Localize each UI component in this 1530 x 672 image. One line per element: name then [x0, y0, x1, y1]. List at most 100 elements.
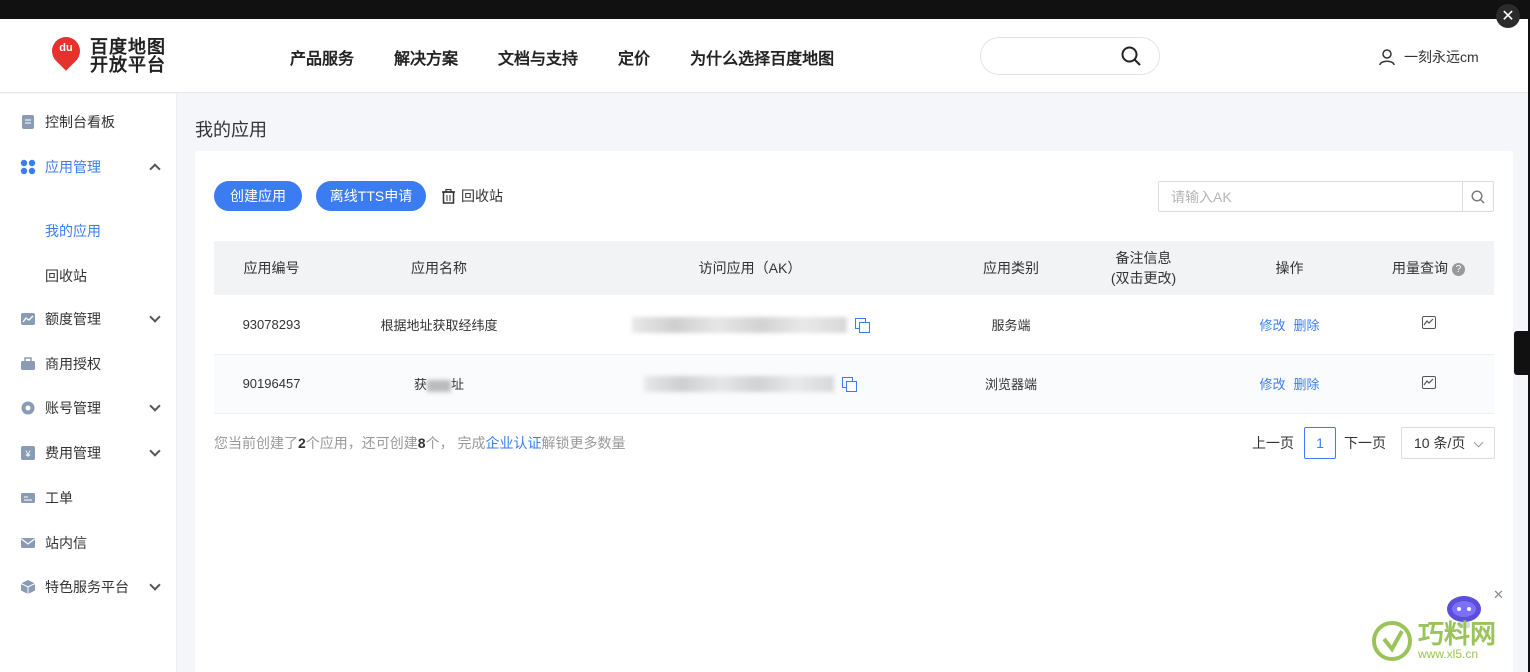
apps-icon [20, 159, 36, 175]
ticket-icon [20, 490, 36, 506]
sidebar-item-billing[interactable]: ¥ 费用管理 [0, 435, 177, 471]
delete-link[interactable]: 删除 [1294, 318, 1320, 333]
app-actions: 修改 删除 [1216, 354, 1363, 414]
quota-icon [20, 311, 36, 327]
ak-redacted [644, 375, 834, 392]
col-remarks: 备注信息 (双击更改) [1071, 241, 1216, 295]
chevron-up-icon[interactable] [149, 163, 161, 175]
side-handle[interactable] [1514, 331, 1530, 375]
app-type: 服务端 [951, 295, 1071, 355]
app-id: 93078293 [214, 295, 329, 355]
col-ak: 访问应用（AK） [549, 241, 951, 295]
sidebar-item-featured-services[interactable]: 特色服务平台 [0, 569, 177, 605]
app-name: 根据地址获取经纬度 [329, 295, 549, 355]
app-ak [549, 295, 951, 355]
chart-icon[interactable] [1421, 316, 1436, 330]
site-search[interactable] [980, 37, 1160, 75]
map-pin-logo-icon: du [46, 31, 86, 75]
ak-redacted [631, 316, 847, 333]
mail-icon [20, 535, 36, 551]
sidebar-sub-my-apps[interactable]: 我的应用 [45, 221, 101, 241]
sidebar-item-messages[interactable]: 站内信 [0, 525, 177, 561]
copy-icon[interactable] [842, 376, 857, 392]
nav-pricing[interactable]: 定价 [618, 45, 650, 69]
chevron-down-icon[interactable] [149, 579, 161, 591]
dashboard-icon [20, 114, 36, 130]
sidebar: 控制台看板 应用管理 我的应用 回收站 额度管理 商用授权 账号管理 ¥ 费用管… [0, 94, 177, 672]
offline-tts-apply-button[interactable]: 离线TTS申请 [316, 181, 426, 211]
main-nav: 产品服务 解决方案 文档与支持 定价 为什么选择百度地图 [290, 45, 834, 69]
table-header: 应用编号 应用名称 访问应用（AK） 应用类别 备注信息 (双击更改) 操作 用量… [214, 241, 1494, 295]
app-quota-note: 您当前创建了2个应用，还可创建8个， 完成企业认证解锁更多数量 [214, 435, 626, 451]
logo-text: 百度地图 开放平台 [90, 37, 166, 75]
sidebar-item-dashboard[interactable]: 控制台看板 [0, 104, 177, 140]
chevron-down-icon[interactable] [149, 311, 161, 323]
apps-card: 创建应用 离线TTS申请 回收站 应用 [195, 151, 1513, 672]
page-number-current[interactable]: 1 [1304, 427, 1336, 459]
name-redacted [427, 379, 451, 392]
app-remarks[interactable] [1071, 354, 1216, 414]
baidu-map-logo[interactable]: du 百度地图 开放平台 [46, 31, 166, 75]
ak-search-input[interactable] [1158, 181, 1463, 212]
window-titlebar [0, 0, 1530, 19]
svg-text:¥: ¥ [24, 449, 31, 459]
chart-icon[interactable] [1421, 375, 1436, 389]
ak-search-button[interactable] [1462, 181, 1494, 212]
create-app-button[interactable]: 创建应用 [214, 181, 302, 211]
watermark: 巧料网 www.xl5.cn [1370, 619, 1496, 663]
chevron-down-icon[interactable] [149, 445, 161, 457]
search-icon[interactable] [1121, 46, 1141, 66]
col-app-name: 应用名称 [329, 241, 549, 295]
prev-page-button[interactable]: 上一页 [1252, 433, 1294, 453]
sidebar-item-app-management[interactable]: 应用管理 [0, 149, 177, 185]
nav-products[interactable]: 产品服务 [290, 45, 354, 69]
chevron-down-icon[interactable] [149, 400, 161, 412]
delete-link[interactable]: 删除 [1294, 377, 1320, 392]
app-actions: 修改 删除 [1216, 295, 1363, 355]
sidebar-item-account[interactable]: 账号管理 [0, 390, 177, 426]
apps-table: 应用编号 应用名称 访问应用（AK） 应用类别 备注信息 (双击更改) 操作 用量… [214, 241, 1494, 414]
pagination: 上一页 1 下一页 10 条/页 [1252, 427, 1495, 459]
username: 一刻永远cm [1404, 49, 1479, 65]
trash-icon [442, 188, 455, 204]
page-title: 我的应用 [195, 120, 267, 140]
watermark-logo-icon [1372, 621, 1412, 661]
help-icon[interactable]: ? [1451, 262, 1465, 276]
nav-docs[interactable]: 文档与支持 [498, 45, 578, 69]
app-usage [1363, 295, 1494, 355]
app-remarks[interactable] [1071, 295, 1216, 355]
app-type: 浏览器端 [951, 354, 1071, 414]
table-row: 93078293 根据地址获取经纬度 服务端 修改 删除 [214, 295, 1494, 355]
gear-icon [20, 400, 36, 416]
sidebar-item-quota[interactable]: 额度管理 [0, 301, 177, 337]
sidebar-sub-recycle-bin[interactable]: 回收站 [45, 266, 87, 286]
recycle-bin-link[interactable]: 回收站 [442, 186, 503, 206]
nav-why-baidu[interactable]: 为什么选择百度地图 [690, 45, 834, 69]
copy-icon[interactable] [854, 317, 870, 333]
sidebar-item-ticket[interactable]: 工单 [0, 480, 177, 516]
edit-link[interactable]: 修改 [1259, 377, 1285, 392]
col-usage: 用量查询 ? [1363, 241, 1494, 295]
app-ak [549, 354, 951, 414]
billing-icon: ¥ [20, 445, 36, 461]
chevron-down-icon [1473, 437, 1484, 448]
col-app-type: 应用类别 [951, 241, 1071, 295]
close-icon[interactable]: ✕ [1493, 587, 1504, 603]
app-usage [1363, 354, 1494, 414]
cube-icon [20, 579, 36, 595]
user-menu[interactable]: 一刻永远cm [1378, 47, 1479, 67]
enterprise-verify-link[interactable]: 企业认证 [485, 435, 541, 451]
close-icon[interactable]: ✕ [1496, 4, 1520, 28]
nav-solutions[interactable]: 解决方案 [394, 45, 458, 69]
next-page-button[interactable]: 下一页 [1344, 433, 1386, 453]
sidebar-item-commercial-license[interactable]: 商用授权 [0, 346, 177, 382]
app-id: 90196457 [214, 354, 329, 414]
user-icon [1379, 49, 1395, 66]
page-size-select[interactable]: 10 条/页 [1401, 427, 1495, 459]
col-actions: 操作 [1216, 241, 1363, 295]
col-app-id: 应用编号 [214, 241, 329, 295]
briefcase-icon [20, 356, 36, 372]
edit-link[interactable]: 修改 [1259, 318, 1285, 333]
table-row: 90196457 获址 浏览器端 修改 删除 [214, 354, 1494, 414]
page: du 百度地图 开放平台 产品服务 解决方案 文档与支持 定价 为什么选择百度地… [0, 19, 1528, 672]
